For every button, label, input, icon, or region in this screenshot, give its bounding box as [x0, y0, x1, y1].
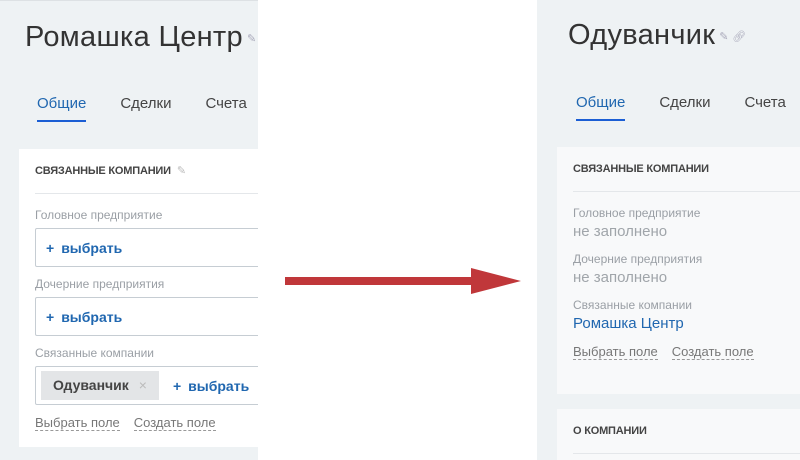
- right-screen: Одуванчик ✎ 🔗︎ Общие Сделки Счета Связанн…: [537, 0, 800, 460]
- field-label: Дочерние предприятия: [35, 277, 165, 291]
- field-label: Дочерние предприятия: [573, 252, 703, 266]
- field-label: Головное предприятие: [573, 206, 701, 220]
- select-button[interactable]: выбрать: [188, 378, 249, 394]
- remove-icon[interactable]: ×: [139, 377, 147, 393]
- select-button[interactable]: выбрать: [61, 240, 122, 256]
- subsidiaries-input[interactable]: + выбрать: [35, 297, 258, 336]
- tag-text: Одуванчик: [53, 377, 129, 393]
- edit-link-icons[interactable]: ✎ 🔗︎: [719, 30, 746, 43]
- section-title: О компании: [573, 409, 800, 454]
- create-field-link[interactable]: Создать поле: [671, 344, 754, 360]
- arrow-icon: [285, 268, 521, 294]
- page-title: Ромашка Центр ✎ 🔗︎: [25, 21, 258, 54]
- plus-icon: +: [46, 239, 55, 256]
- choose-field-link[interactable]: Выбрать поле: [35, 415, 120, 431]
- tab-general[interactable]: Общие: [576, 94, 626, 121]
- related-companies-card: Связанные компании Головное предприятие …: [557, 147, 800, 394]
- page-title: Одуванчик ✎ 🔗︎: [568, 19, 746, 52]
- section-title: Связанные компании ✎: [35, 149, 258, 194]
- choose-field-link[interactable]: Выбрать поле: [573, 344, 658, 360]
- section-title-text: Связанные компании: [35, 165, 171, 177]
- related-company-link[interactable]: Ромашка Центр: [573, 315, 800, 332]
- related-companies-card: Связанные компании ✎ Головное предприятие…: [19, 149, 258, 447]
- tab-deals[interactable]: Сделки: [120, 95, 171, 122]
- select-button[interactable]: выбрать: [61, 309, 122, 325]
- field-label: Связанные компании: [35, 346, 154, 360]
- tab-deals[interactable]: Сделки: [659, 94, 710, 121]
- edit-link-icons[interactable]: ✎ 🔗︎: [247, 32, 258, 45]
- field-links: Выбрать поле Создать поле: [35, 415, 258, 431]
- title-text: Ромашка Центр: [25, 21, 243, 53]
- field-label: Связанные компании: [573, 298, 692, 312]
- create-field-link[interactable]: Создать поле: [133, 415, 216, 431]
- parent-company-input[interactable]: + выбрать: [35, 228, 258, 267]
- plus-icon: +: [46, 308, 55, 325]
- tab-invoices[interactable]: Счета: [205, 95, 246, 122]
- field-label: Головное предприятие: [35, 208, 163, 222]
- left-screen: Ромашка Центр ✎ 🔗︎ Общие Сделки Счета Свя…: [0, 0, 258, 460]
- field-links: Выбрать поле Создать поле: [573, 344, 800, 360]
- tabs: Общие Сделки Счета: [37, 95, 258, 122]
- title-text: Одуванчик: [568, 19, 716, 51]
- field-value: не заполнено: [573, 269, 668, 286]
- tabs: Общие Сделки Счета: [576, 94, 800, 121]
- about-company-card: О компании: [557, 409, 800, 460]
- tab-general[interactable]: Общие: [37, 95, 87, 122]
- tab-invoices[interactable]: Счета: [744, 94, 785, 121]
- section-title: Связанные компании: [573, 147, 800, 192]
- pencil-icon[interactable]: ✎: [177, 165, 186, 177]
- company-tag: Одуванчик ×: [41, 371, 159, 400]
- field-value: не заполнено: [573, 223, 668, 240]
- plus-icon: +: [172, 377, 182, 394]
- related-companies-input[interactable]: Одуванчик × + выбрать: [35, 366, 258, 405]
